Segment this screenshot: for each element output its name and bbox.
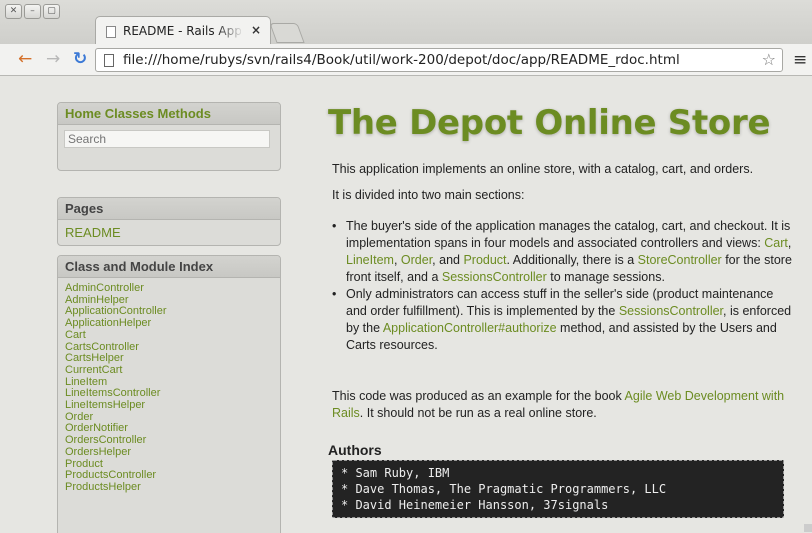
class-link[interactable]: LineItemsHelper (65, 399, 145, 411)
class-link[interactable]: CartsHelper (65, 352, 124, 364)
intro-paragraph: This application implements an online st… (332, 162, 754, 176)
order-link[interactable]: Order (401, 253, 432, 267)
sections-paragraph: It is divided into two main sections: (332, 188, 525, 202)
authorize-link[interactable]: ApplicationController#authorize (383, 321, 557, 335)
list-item: LineItemsHelper (65, 399, 273, 412)
close-window-button[interactable]: ✕ (5, 4, 22, 19)
class-link[interactable]: AdminHelper (65, 294, 129, 306)
window-titlebar: ✕ – ▢ README - Rails Applicatio × (0, 0, 812, 45)
authors-heading: Authors (328, 442, 382, 458)
class-link[interactable]: AdminController (65, 282, 144, 294)
nav-links-heading[interactable]: Home Classes Methods (58, 103, 280, 125)
class-link[interactable]: CartsController (65, 341, 139, 353)
list-item: The buyer's side of the application mana… (332, 218, 792, 286)
class-link[interactable]: OrdersHelper (65, 446, 131, 458)
sessionscontroller-link[interactable]: SessionsController (619, 304, 723, 318)
tab-close-icon[interactable]: × (251, 23, 261, 37)
code-line: * Dave Thomas, The Pragmatic Programmers… (341, 482, 667, 496)
class-index-heading: Class and Module Index (58, 256, 280, 278)
cart-link[interactable]: Cart (764, 236, 788, 250)
sessionscontroller-link[interactable]: SessionsController (442, 270, 547, 284)
note-paragraph: This code was produced as an example for… (332, 389, 785, 420)
class-index-panel: Class and Module Index AdminController Ad… (57, 255, 281, 533)
class-link[interactable]: ProductsController (65, 469, 156, 481)
bookmark-star-icon[interactable]: ☆ (762, 50, 776, 69)
sections-list: The buyer's side of the application mana… (332, 218, 792, 354)
class-link[interactable]: ApplicationController (65, 305, 167, 318)
pages-heading: Pages (58, 198, 280, 220)
product-link[interactable]: Product (463, 253, 506, 267)
class-link[interactable]: ProductsHelper (65, 481, 141, 493)
url-text[interactable]: file:///home/rubys/svn/rails4/Book/util/… (123, 52, 680, 68)
authors-code-block: * Sam Ruby, IBM * Dave Thomas, The Pragm… (332, 460, 784, 518)
minimize-window-button[interactable]: – (24, 4, 41, 19)
list-item: ProductsHelper (65, 481, 273, 494)
class-list: AdminController AdminHelper ApplicationCon… (58, 278, 280, 494)
class-link[interactable]: OrdersController (65, 434, 146, 446)
code-line: * Sam Ruby, IBM (341, 466, 450, 480)
new-tab-button[interactable] (269, 23, 305, 43)
class-link[interactable]: Order (65, 411, 93, 423)
list-item: ApplicationHelper (65, 317, 273, 330)
browser-tab-readme[interactable]: README - Rails Applicatio × (95, 16, 271, 45)
search-input[interactable] (64, 130, 270, 148)
document-icon (106, 26, 116, 38)
page-viewport: Home Classes Methods Pages README Class … (0, 77, 812, 533)
class-link[interactable]: LineItem (65, 376, 107, 388)
storecontroller-link[interactable]: StoreController (638, 253, 722, 267)
browser-toolbar: ← → ↻ file:///home/rubys/svn/rails4/Book… (0, 44, 812, 76)
nav-panel: Home Classes Methods (57, 102, 281, 171)
class-link[interactable]: Cart (65, 329, 86, 341)
lineitem-link[interactable]: LineItem (346, 253, 394, 267)
class-link[interactable]: ApplicationHelper (65, 317, 151, 329)
page-link-readme[interactable]: README (58, 220, 280, 245)
class-link[interactable]: LineItemsController (65, 387, 160, 399)
forward-arrow-icon[interactable]: → (46, 49, 60, 69)
page-icon (104, 54, 114, 67)
reload-icon[interactable]: ↻ (73, 49, 87, 69)
page-title: The Depot Online Store (328, 103, 771, 143)
list-item: Only administrators can access stuff in … (332, 286, 792, 354)
pages-panel: Pages README (57, 197, 281, 246)
class-link[interactable]: CurrentCart (65, 364, 122, 376)
class-link[interactable]: OrderNotifier (65, 422, 128, 435)
back-arrow-icon[interactable]: ← (18, 49, 32, 69)
menu-icon[interactable]: ≡ (793, 50, 807, 70)
class-link[interactable]: Product (65, 458, 103, 470)
maximize-window-button[interactable]: ▢ (43, 4, 60, 19)
address-bar[interactable]: file:///home/rubys/svn/rails4/Book/util/… (95, 48, 783, 72)
scrollbar-corner[interactable] (804, 524, 812, 532)
code-line: * David Heinemeier Hansson, 37signals (341, 498, 609, 512)
